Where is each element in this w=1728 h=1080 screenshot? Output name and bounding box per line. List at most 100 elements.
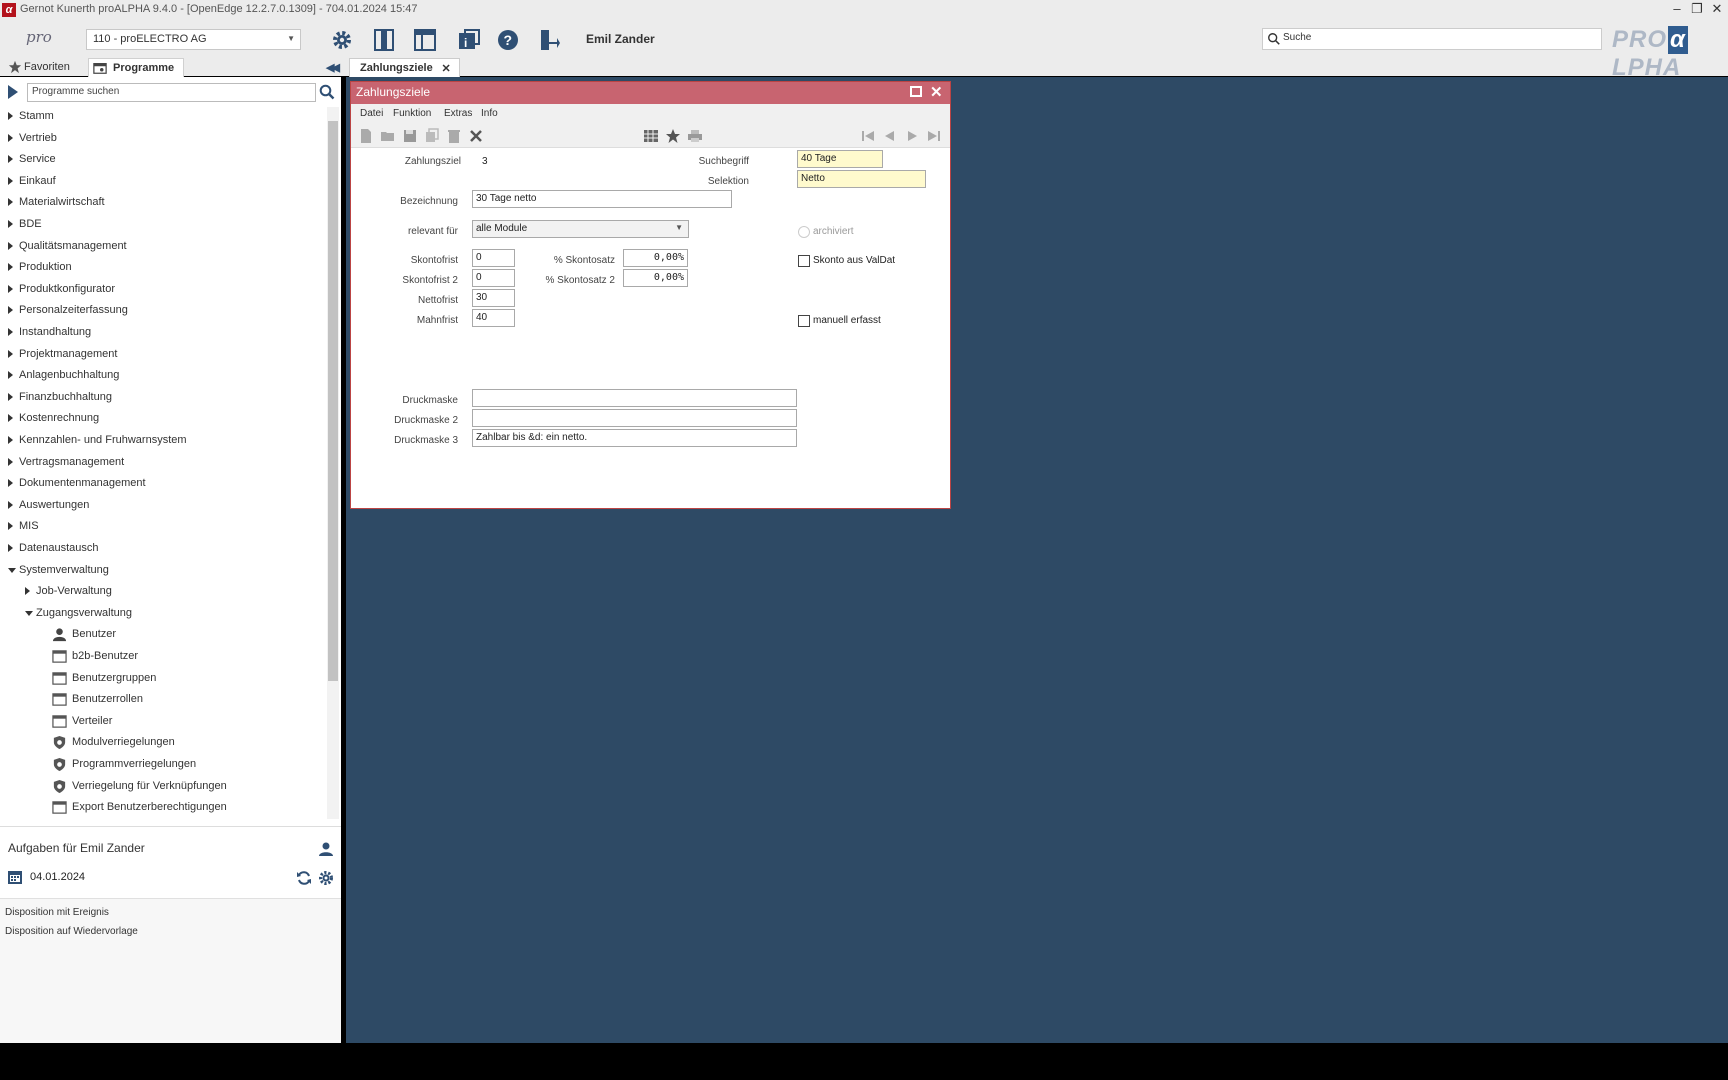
chevron-right-icon[interactable] (8, 349, 13, 358)
close-icon[interactable]: ✕ (930, 83, 943, 101)
tree-item[interactable]: Verteiler (0, 712, 320, 732)
chevron-right-icon[interactable] (8, 414, 13, 423)
tree-item[interactable]: Kostenrechnung (0, 409, 320, 429)
chevron-right-icon[interactable] (8, 522, 13, 531)
tab-programs[interactable]: Programme (88, 58, 184, 77)
tree-item[interactable]: Einkauf (0, 172, 320, 192)
skontofrist2-input[interactable]: 0 (472, 269, 515, 287)
next-record-icon[interactable] (904, 128, 920, 144)
layout-split-icon[interactable] (372, 28, 396, 52)
menu-info[interactable]: Info (481, 108, 498, 119)
cancel-icon[interactable] (468, 128, 484, 144)
restore-icon[interactable]: ❐ (1689, 1, 1705, 17)
tree-item[interactable]: Export Benutzerberechtigungen (0, 798, 320, 818)
copy-icon[interactable] (424, 128, 440, 144)
help-icon[interactable]: ? (496, 28, 520, 52)
tree-item[interactable]: Stamm (0, 107, 320, 127)
tree-item[interactable]: Personalzeiterfassung (0, 301, 320, 321)
chevron-right-icon[interactable] (8, 284, 13, 293)
chevron-right-icon[interactable] (25, 587, 30, 596)
tree-item[interactable]: Dokumentenmanagement (0, 474, 320, 494)
scrollbar-thumb[interactable] (328, 121, 338, 681)
task-item[interactable]: Disposition auf Wiedervorlage (5, 926, 138, 937)
menu-datei[interactable]: Datei (360, 108, 383, 119)
chevron-right-icon[interactable] (8, 479, 13, 488)
collapse-panel-icon[interactable]: ◀◀ (326, 61, 340, 74)
tree-item[interactable]: Benutzerrollen (0, 690, 320, 710)
close-tab-icon[interactable]: ✕ (442, 62, 451, 75)
mahnfrist-input[interactable]: 40 (472, 309, 515, 327)
chevron-right-icon[interactable] (8, 371, 13, 380)
program-search-input[interactable]: Programme suchen (27, 83, 316, 102)
minimize-icon[interactable]: – (1669, 1, 1685, 16)
chevron-right-icon[interactable] (8, 176, 13, 185)
tree-item[interactable]: Produktkonfigurator (0, 280, 320, 300)
maximize-icon[interactable] (910, 86, 922, 97)
tree-item[interactable]: Auswertungen (0, 496, 320, 516)
layout-panel-icon[interactable] (413, 28, 437, 52)
delete-icon[interactable] (446, 128, 462, 144)
chevron-right-icon[interactable] (8, 263, 13, 272)
relevant-fuer-select[interactable]: alle Module ▼ (472, 220, 689, 238)
manuell-erfasst-checkbox[interactable] (798, 315, 810, 327)
settings-gear-icon[interactable] (318, 870, 334, 886)
tree-item[interactable]: Benutzer (0, 625, 320, 645)
tree-item[interactable]: Datenaustausch (0, 539, 320, 559)
task-item[interactable]: Disposition mit Ereignis (5, 907, 109, 918)
last-record-icon[interactable] (926, 128, 942, 144)
close-window-icon[interactable]: ✕ (1709, 1, 1725, 17)
tree-item[interactable]: Projektmanagement (0, 345, 320, 365)
tree-item[interactable]: Verriegelung für Verknüpfungen (0, 777, 320, 797)
tree-item[interactable]: Qualitätsmanagement (0, 237, 320, 257)
tree-item[interactable]: Materialwirtschaft (0, 193, 320, 213)
chevron-right-icon[interactable] (8, 306, 13, 315)
chevron-right-icon[interactable] (8, 392, 13, 401)
favorite-star-icon[interactable] (665, 128, 681, 144)
tree-item[interactable]: Produktion (0, 258, 320, 278)
druckmaske-input[interactable] (472, 389, 797, 407)
tab-zahlungsziele[interactable]: Zahlungsziele ✕ (349, 58, 460, 77)
tree-item[interactable]: Systemverwaltung (0, 561, 320, 581)
tab-favorites[interactable]: Favoriten (0, 58, 84, 77)
skontosatz2-input[interactable]: 0,00% (623, 269, 688, 287)
chevron-right-icon[interactable] (8, 457, 13, 466)
refresh-icon[interactable] (296, 870, 312, 886)
tree-item[interactable]: Benutzergruppen (0, 669, 320, 689)
nettofrist-input[interactable]: 30 (472, 289, 515, 307)
chevron-right-icon[interactable] (8, 500, 13, 509)
open-folder-icon[interactable] (380, 128, 396, 144)
tree-item[interactable]: Job-Verwaltung (0, 582, 320, 602)
tree-item[interactable]: Zugangsverwaltung (0, 604, 320, 624)
first-record-icon[interactable] (860, 128, 876, 144)
bezeichnung-input[interactable]: 30 Tage netto (472, 190, 732, 208)
chevron-right-icon[interactable] (8, 544, 13, 552)
new-record-icon[interactable] (358, 128, 374, 144)
gear-icon[interactable] (330, 28, 354, 52)
chevron-right-icon[interactable] (8, 155, 13, 164)
tree-item[interactable]: Service (0, 150, 320, 170)
table-view-icon[interactable] (643, 128, 659, 144)
skontofrist-input[interactable]: 0 (472, 249, 515, 267)
druckmaske2-input[interactable] (472, 409, 797, 427)
chevron-right-icon[interactable] (8, 220, 13, 228)
menu-funktion[interactable]: Funktion (393, 108, 431, 119)
client-select[interactable]: 110 - proELECTRO AG ▼ (86, 29, 301, 50)
tree-item[interactable]: Kennzahlen- und Fruhwarnsystem (0, 431, 320, 451)
menu-extras[interactable]: Extras (444, 108, 472, 119)
chevron-down-icon[interactable] (8, 567, 16, 573)
tree-item[interactable]: Modulverriegelungen (0, 733, 320, 753)
info-icon[interactable]: i (457, 28, 481, 52)
print-icon[interactable] (687, 128, 703, 144)
chevron-right-icon[interactable] (8, 198, 13, 207)
tree-item[interactable]: Vertrieb (0, 129, 320, 149)
tree-item[interactable]: MIS (0, 517, 320, 537)
tree-item[interactable]: Programmverriegelungen (0, 755, 320, 775)
search-icon[interactable] (319, 84, 335, 100)
chevron-right-icon[interactable] (8, 112, 13, 120)
druckmaske3-input[interactable]: Zahlbar bis &d: ein netto. (472, 429, 797, 447)
global-search-input[interactable]: Suche (1262, 28, 1602, 50)
skontosatz-input[interactable]: 0,00% (623, 249, 688, 267)
logout-icon[interactable] (537, 28, 561, 52)
skonto-valdat-checkbox[interactable] (798, 255, 810, 267)
chevron-right-icon[interactable] (8, 133, 13, 142)
